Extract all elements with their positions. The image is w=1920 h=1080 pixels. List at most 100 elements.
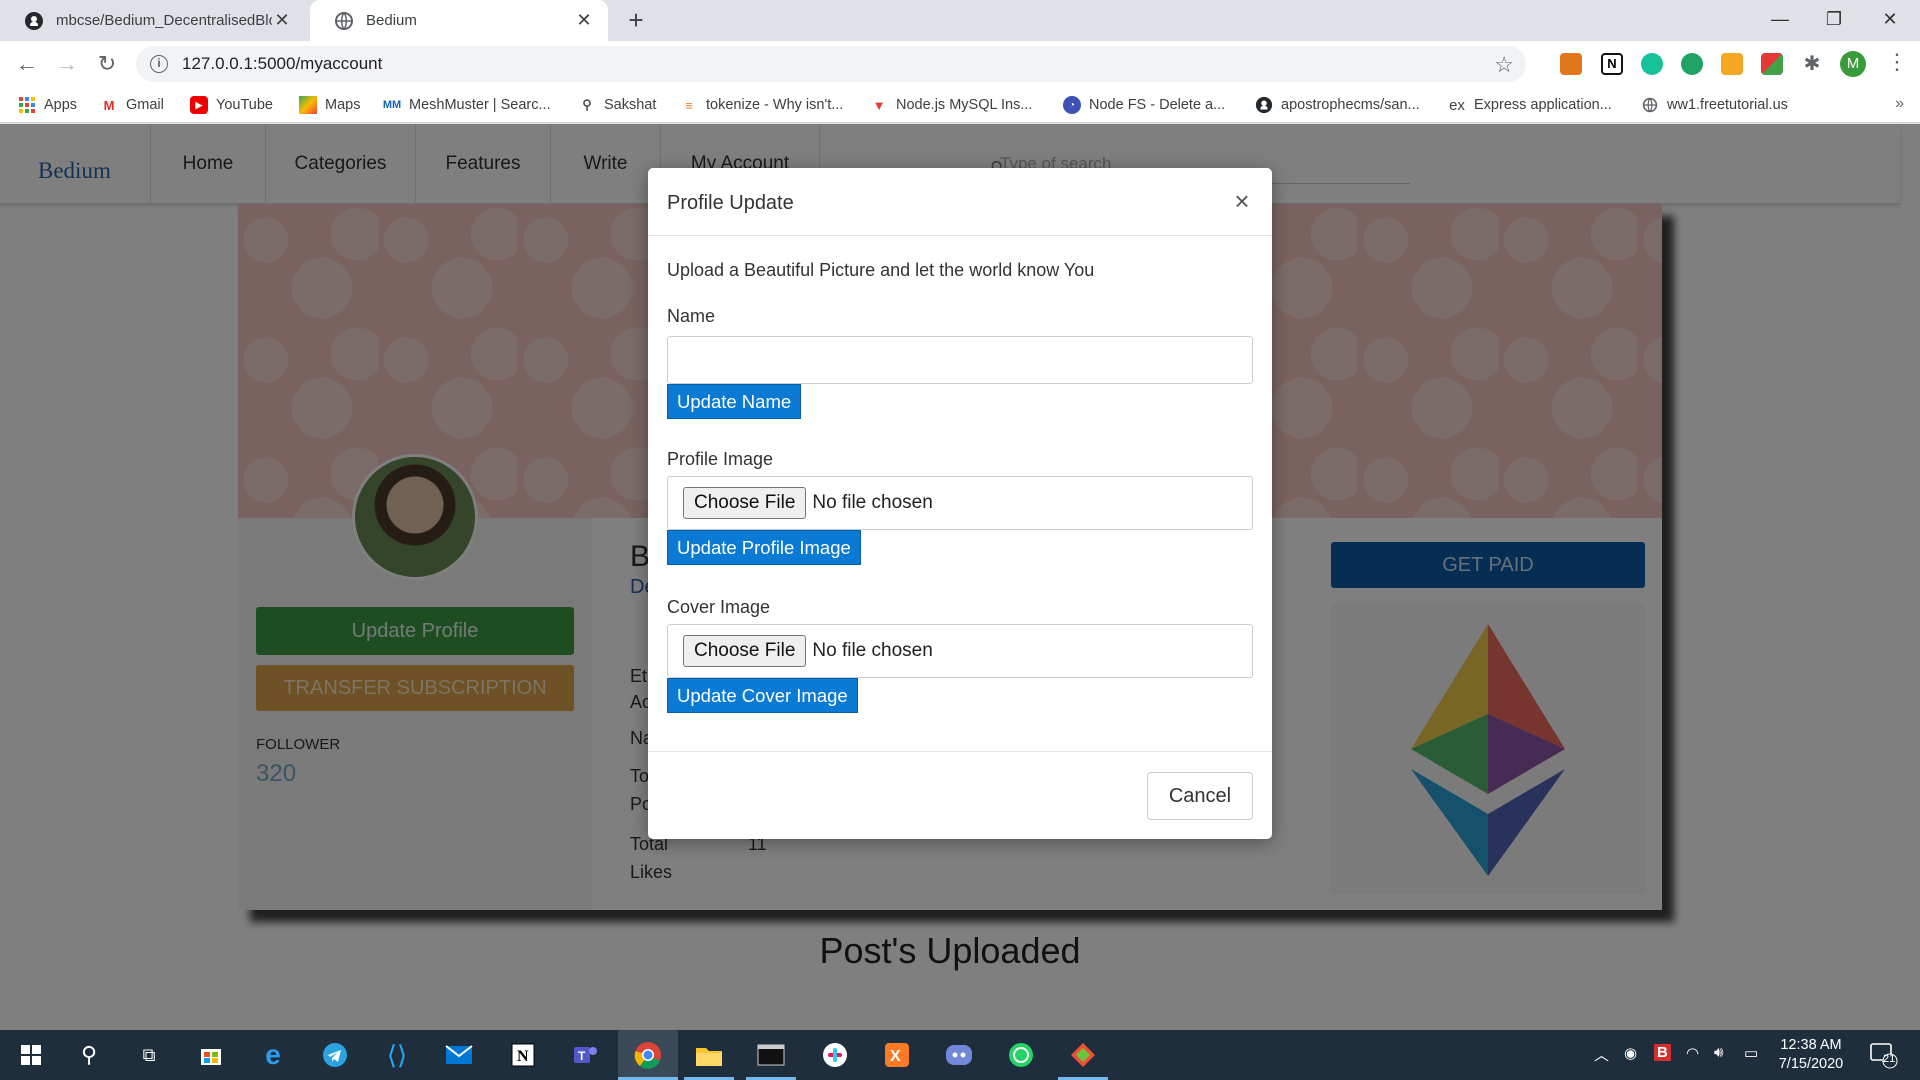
site-info-icon[interactable]: i: [150, 55, 168, 73]
teams-icon[interactable]: T: [570, 1040, 600, 1070]
gmail-icon: M: [103, 97, 115, 113]
minimize-button[interactable]: —: [1752, 0, 1808, 41]
bookmark-label: apostrophecms/san...: [1281, 97, 1420, 113]
update-name-button[interactable]: Update Name: [667, 384, 802, 419]
hangouts-icon[interactable]: [1681, 53, 1703, 75]
system-clock[interactable]: 12:38 AM 7/15/2020: [1766, 1036, 1856, 1074]
vscode-icon[interactable]: ⟨⟩: [382, 1040, 412, 1070]
browser-toolbar: ← → ↻ i 127.0.0.1:5000/myaccount ☆ N ✱ M…: [0, 41, 1920, 87]
bookmark-label: Node FS - Delete a...: [1089, 97, 1226, 113]
w3schools-icon: ▼: [872, 97, 886, 113]
windows-taskbar: ⚲ ⧉ e ⟨⟩ N T X ︿ ◉ B ◠ 🔊︎ ▭ 12:38 AM 7/1…: [0, 1030, 1920, 1080]
maps-icon: [299, 96, 317, 114]
cancel-button[interactable]: Cancel: [1147, 772, 1253, 820]
search-icon[interactable]: ⚲: [74, 1040, 104, 1070]
bookmark-node-fs[interactable]: ◔ Node FS - Delete a...: [1063, 95, 1225, 115]
window-close-button[interactable]: ✕: [1862, 0, 1918, 41]
back-arrow-icon[interactable]: ←: [12, 49, 42, 79]
mail-icon[interactable]: [444, 1040, 474, 1070]
bookmark-label: Node.js MySQL Ins...: [896, 97, 1033, 113]
url-text[interactable]: 127.0.0.1:5000/myaccount: [182, 54, 382, 74]
meshmuster-icon: MM: [382, 99, 402, 111]
battery-icon[interactable]: ▭: [1744, 1044, 1758, 1062]
git-kraken-icon[interactable]: [1068, 1040, 1098, 1070]
svg-text:X: X: [890, 1048, 901, 1065]
whatsapp-icon[interactable]: [1006, 1040, 1036, 1070]
globe-icon: [1641, 96, 1659, 114]
terminal-icon[interactable]: [756, 1040, 786, 1070]
bookmark-maps[interactable]: Maps: [299, 95, 360, 115]
bookmark-youtube[interactable]: ▶ YouTube: [190, 95, 273, 115]
discord-tray-icon[interactable]: ◉: [1624, 1044, 1637, 1062]
no-file-chosen-text: No file chosen: [812, 492, 933, 513]
slack-icon[interactable]: [820, 1040, 850, 1070]
choose-file-button[interactable]: Choose File: [683, 487, 807, 519]
github-icon: [1255, 96, 1273, 114]
tray-overflow-chevron-icon[interactable]: ︿: [1594, 1044, 1609, 1065]
bookmark-meshmuster[interactable]: MM MeshMuster | Searc...: [383, 95, 551, 115]
chrome-icon[interactable]: [633, 1040, 663, 1070]
wifi-icon[interactable]: ◠: [1686, 1044, 1699, 1062]
metamask-icon[interactable]: [1560, 53, 1582, 75]
bookmark-label: Maps: [325, 97, 361, 113]
youtube-icon: ▶: [190, 96, 208, 114]
analytics-extension-icon[interactable]: [1721, 53, 1743, 75]
bookmarks-bar: Apps M Gmail ▶ YouTube Maps MM MeshMuste…: [0, 87, 1920, 123]
cover-image-file-input[interactable]: Choose File No file chosen: [667, 624, 1253, 678]
new-tab-button[interactable]: +: [622, 6, 650, 34]
telegram-icon[interactable]: [320, 1040, 350, 1070]
choose-file-button[interactable]: Choose File: [683, 635, 807, 667]
bookmark-apostrophecms[interactable]: apostrophecms/san...: [1255, 95, 1420, 115]
forward-arrow-icon[interactable]: →: [52, 49, 82, 79]
profile-avatar[interactable]: M: [1840, 51, 1866, 77]
restore-button[interactable]: ❐: [1806, 0, 1862, 41]
svg-text:T: T: [578, 1049, 586, 1063]
bookmark-express[interactable]: ex Express application...: [1448, 95, 1612, 115]
grammarly-icon[interactable]: [1641, 53, 1663, 75]
task-view-icon[interactable]: ⧉: [134, 1040, 164, 1070]
tab-close-button[interactable]: ✕: [272, 10, 292, 31]
bookmark-label: Express application...: [1474, 97, 1612, 113]
tray-app-b-icon[interactable]: B: [1654, 1044, 1671, 1061]
reload-icon[interactable]: ↻: [92, 49, 122, 79]
update-cover-image-button[interactable]: Update Cover Image: [667, 678, 858, 713]
tab-github[interactable]: mbcse/Bedium_DecentralisedBlo ✕: [0, 0, 306, 41]
bookmark-freetutorial[interactable]: ww1.freetutorial.us: [1641, 95, 1788, 115]
bookmark-star-icon[interactable]: ☆: [1494, 52, 1514, 78]
bookmark-sakshat[interactable]: ⚲ Sakshat: [578, 95, 656, 115]
menu-kebab-icon[interactable]: ⋮: [1886, 49, 1908, 75]
volume-icon[interactable]: 🔊︎: [1714, 1044, 1723, 1061]
update-profile-image-button[interactable]: Update Profile Image: [667, 530, 861, 565]
tab-bedium[interactable]: Bedium ✕: [310, 0, 608, 41]
tab-title: Bedium: [366, 12, 417, 29]
modal-title: Profile Update: [667, 192, 794, 214]
bookmark-nodejs-mysql[interactable]: ▼ Node.js MySQL Ins...: [870, 95, 1033, 115]
bookmark-label: Gmail: [126, 97, 164, 113]
notification-count: 21: [1883, 1053, 1896, 1065]
node-icon: ◔: [1063, 96, 1081, 114]
edge-icon[interactable]: e: [258, 1039, 288, 1070]
notion-icon[interactable]: N: [1601, 53, 1623, 75]
xampp-icon[interactable]: X: [882, 1040, 912, 1070]
microsoft-store-icon[interactable]: [196, 1040, 226, 1070]
file-explorer-icon[interactable]: [694, 1040, 724, 1070]
modal-close-icon[interactable]: ×: [1228, 186, 1256, 216]
name-input[interactable]: [667, 336, 1253, 384]
name-label: Name: [667, 306, 716, 326]
address-bar[interactable]: i 127.0.0.1:5000/myaccount ☆: [136, 46, 1526, 82]
notification-center-icon[interactable]: 21: [1868, 1040, 1898, 1070]
tab-close-button[interactable]: ✕: [574, 10, 594, 31]
modal-footer: Cancel: [648, 751, 1272, 839]
stackoverflow-icon: ≡: [685, 97, 693, 113]
bookmarks-overflow-button[interactable]: »: [1895, 95, 1904, 113]
colorful-extension-icon[interactable]: [1761, 53, 1783, 75]
profile-image-file-input[interactable]: Choose File No file chosen: [667, 476, 1253, 530]
bookmark-tokenize[interactable]: ≡ tokenize - Why isn't...: [680, 95, 843, 115]
notion-icon[interactable]: N: [508, 1040, 538, 1070]
profile-update-modal: Profile Update × Upload a Beautiful Pict…: [648, 168, 1272, 839]
discord-icon[interactable]: [944, 1040, 974, 1070]
bookmark-gmail[interactable]: M Gmail: [100, 95, 164, 115]
bookmark-apps[interactable]: Apps: [18, 95, 77, 115]
extensions-puzzle-icon[interactable]: ✱: [1801, 53, 1823, 75]
windows-start-icon[interactable]: [16, 1040, 46, 1070]
